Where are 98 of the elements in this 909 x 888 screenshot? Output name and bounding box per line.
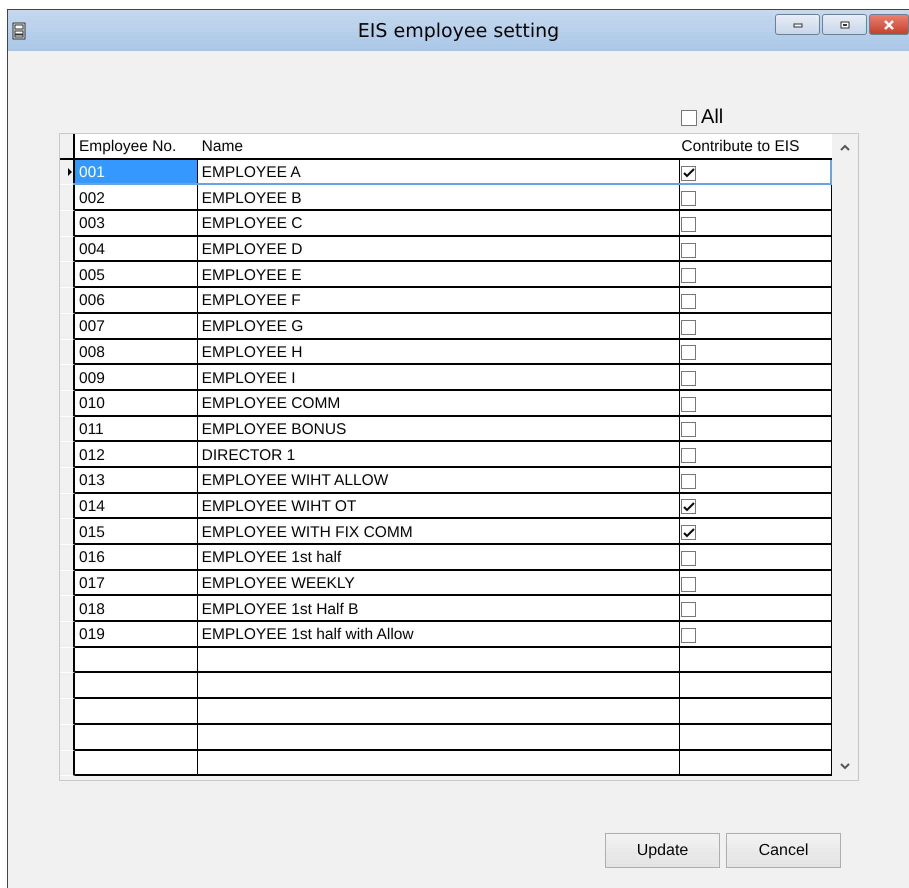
table-cell[interactable]: EMPLOYEE H: [198, 340, 680, 366]
checkbox[interactable]: [681, 448, 696, 464]
dialog-button[interactable]: Update: [605, 833, 720, 868]
row-indicator[interactable]: [60, 545, 75, 571]
checkbox[interactable]: [681, 550, 696, 566]
close-icon: [883, 20, 895, 30]
window-title: EIS employee setting: [358, 20, 560, 42]
checkbox[interactable]: [681, 320, 696, 335]
table-cell[interactable]: 011: [74, 416, 198, 442]
table-cell[interactable]: 016: [74, 545, 198, 571]
row-indicator[interactable]: [60, 236, 75, 262]
row-indicator[interactable]: [60, 262, 75, 288]
table-cell[interactable]: EMPLOYEE COMM: [198, 390, 680, 417]
checkbox[interactable]: [681, 345, 696, 360]
checkbox[interactable]: [681, 474, 696, 489]
checkbox[interactable]: [681, 191, 696, 206]
maximize-button[interactable]: [822, 14, 867, 35]
table-cell[interactable]: 002: [74, 185, 198, 212]
table-cell[interactable]: EMPLOYEE WEEKLY: [198, 570, 680, 596]
table-cell[interactable]: EMPLOYEE 1st half: [198, 545, 680, 571]
checkbox[interactable]: [681, 422, 696, 438]
checkbox[interactable]: [681, 268, 696, 284]
table-cell[interactable]: 015: [74, 519, 198, 545]
table-cell[interactable]: EMPLOYEE WITH FIX COMM: [198, 519, 680, 545]
close-button[interactable]: [869, 14, 909, 35]
checkbox[interactable]: [681, 294, 696, 309]
table-cell[interactable]: 017: [74, 570, 198, 596]
column-header[interactable]: Employee No.: [74, 134, 198, 160]
checkbox[interactable]: [681, 166, 696, 181]
dialog-button[interactable]: Cancel: [726, 833, 841, 868]
row-indicator[interactable]: [60, 699, 75, 725]
checkbox[interactable]: [681, 371, 696, 386]
row-indicator[interactable]: [60, 673, 75, 700]
checkbox[interactable]: [681, 216, 696, 232]
row-indicator[interactable]: [60, 519, 75, 545]
minimize-button[interactable]: [775, 14, 820, 35]
row-indicator[interactable]: [60, 314, 75, 340]
row-indicator[interactable]: [60, 340, 75, 366]
scroll-up-icon[interactable]: [840, 144, 850, 152]
checkbox[interactable]: [681, 628, 696, 643]
table-cell[interactable]: 018: [74, 596, 198, 622]
checkbox[interactable]: [681, 525, 696, 540]
app-icon: [12, 22, 26, 40]
table-cell[interactable]: 005: [74, 262, 198, 288]
table-cell[interactable]: EMPLOYEE 1st Half B: [198, 596, 680, 622]
checkbox[interactable]: [681, 396, 696, 412]
table-cell[interactable]: EMPLOYEE B: [198, 185, 680, 212]
checkbox[interactable]: [681, 110, 697, 126]
table-cell[interactable]: EMPLOYEE A: [198, 160, 680, 186]
column-header[interactable]: Name: [198, 134, 680, 160]
table-cell[interactable]: 013: [74, 468, 198, 494]
row-indicator[interactable]: [60, 570, 75, 596]
row-indicator[interactable]: [60, 390, 75, 417]
table-cell[interactable]: DIRECTOR 1: [198, 442, 680, 468]
table-cell[interactable]: EMPLOYEE F: [198, 288, 680, 314]
all-checkbox[interactable]: All: [681, 106, 724, 129]
checkbox[interactable]: [681, 499, 696, 514]
table-cell[interactable]: 014: [74, 494, 198, 520]
checkbox[interactable]: [681, 242, 696, 258]
table-cell[interactable]: EMPLOYEE D: [198, 236, 680, 262]
row-indicator[interactable]: [60, 750, 75, 776]
row-indicator[interactable]: [60, 416, 75, 442]
checkbox-label: All: [701, 106, 724, 129]
row-indicator[interactable]: [60, 288, 75, 314]
checkbox[interactable]: [681, 602, 696, 618]
table-cell[interactable]: EMPLOYEE I: [198, 365, 680, 391]
table-cell[interactable]: EMPLOYEE G: [198, 314, 680, 340]
column-header[interactable]: Contribute to EIS: [680, 134, 832, 160]
table-cell[interactable]: EMPLOYEE WIHT OT: [198, 494, 680, 520]
table-cell[interactable]: 007: [74, 314, 198, 340]
row-indicator[interactable]: [60, 622, 75, 648]
row-indicator[interactable]: [60, 365, 75, 391]
table-cell[interactable]: 004: [74, 236, 198, 262]
table-cell[interactable]: EMPLOYEE C: [198, 211, 680, 237]
row-indicator[interactable]: [60, 185, 75, 212]
table-cell[interactable]: 010: [74, 390, 198, 417]
row-indicator[interactable]: [60, 648, 75, 674]
table-cell[interactable]: 003: [74, 211, 198, 237]
table-cell[interactable]: 008: [74, 340, 198, 366]
table-cell[interactable]: EMPLOYEE E: [198, 262, 680, 288]
scroll-down-icon[interactable]: [840, 762, 850, 770]
table-cell[interactable]: 012: [74, 442, 198, 468]
row-indicator[interactable]: [60, 724, 75, 750]
row-indicator[interactable]: [60, 494, 75, 520]
row-indicator[interactable]: [60, 442, 75, 468]
row-indicator[interactable]: [60, 160, 75, 186]
checkbox[interactable]: [681, 576, 696, 592]
table-cell[interactable]: EMPLOYEE BONUS: [198, 416, 680, 442]
row-indicator[interactable]: [60, 468, 75, 494]
minimize-icon: [792, 22, 802, 28]
table-cell[interactable]: EMPLOYEE WIHT ALLOW: [198, 468, 680, 494]
table-cell[interactable]: EMPLOYEE 1st half with Allow: [198, 622, 680, 648]
table-cell[interactable]: 009: [74, 365, 198, 391]
table-cell[interactable]: 019: [74, 622, 198, 648]
row-indicator[interactable]: [60, 211, 75, 237]
row-indicator[interactable]: [60, 596, 75, 622]
table-cell[interactable]: 006: [74, 288, 198, 314]
maximize-icon: [840, 20, 850, 28]
